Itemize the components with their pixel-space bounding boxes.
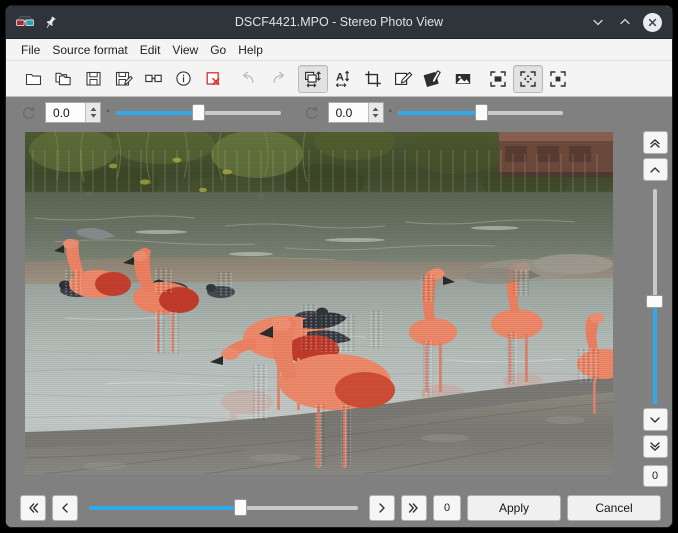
delete-icon[interactable] (198, 65, 228, 93)
right-rotation-stepper[interactable] (367, 103, 383, 122)
main-body: 0 (6, 128, 672, 489)
pin-icon[interactable] (43, 15, 58, 30)
save-as-icon[interactable] (108, 65, 138, 93)
menu-bar: File Source format Edit View Go Help (6, 39, 672, 61)
image-canvas-area[interactable] (6, 128, 638, 489)
left-degree-symbol: ° (106, 107, 110, 118)
stereo-pair-icon[interactable] (138, 65, 168, 93)
right-slider-thumb[interactable] (474, 103, 488, 121)
vertical-offset-slider[interactable] (645, 189, 665, 404)
right-rotation-value: 0.0 (335, 105, 353, 120)
title-bar-left-icons (6, 14, 58, 30)
menu-edit[interactable]: Edit (134, 42, 167, 58)
window-title: DSCF4421.MPO - Stereo Photo View (234, 15, 444, 29)
horizontal-offset-slider[interactable] (89, 498, 358, 518)
double-chevron-up-icon[interactable] (642, 131, 668, 154)
right-rotation-spinbox[interactable]: 0.0 (327, 102, 384, 123)
left-rotation-slider[interactable] (115, 103, 281, 122)
rotate-reset-left-icon[interactable] (20, 104, 38, 122)
left-rotation-spinbox[interactable]: 0.0 (45, 102, 101, 123)
maximize-button[interactable] (616, 14, 633, 31)
horizontal-offset-value[interactable]: 0 (433, 495, 461, 521)
toolbar: A (6, 61, 672, 97)
fit-content-icon[interactable] (513, 64, 543, 93)
vertical-slider-thumb[interactable] (646, 294, 663, 308)
info-icon[interactable] (168, 65, 198, 93)
anaglyph-glasses-icon (15, 14, 35, 30)
bottom-control-bar: 0 Apply Cancel (6, 489, 672, 527)
left-slider-thumb[interactable] (192, 103, 206, 121)
cancel-button[interactable]: Cancel (567, 495, 661, 521)
crop-icon[interactable] (358, 65, 388, 93)
apply-button[interactable]: Apply (467, 495, 561, 521)
actual-size-icon[interactable] (543, 65, 573, 93)
vertical-offset-value[interactable]: 0 (642, 465, 668, 487)
window-controls (589, 12, 672, 32)
redo-icon[interactable] (263, 65, 293, 93)
application-window: DSCF4421.MPO - Stereo Photo View File So… (5, 5, 673, 528)
menu-view[interactable]: View (166, 42, 204, 58)
vertical-slider-fill (653, 300, 657, 404)
image-icon[interactable] (448, 65, 478, 93)
right-degree-symbol: ° (388, 107, 393, 118)
menu-file[interactable]: File (15, 42, 46, 58)
chevron-up-icon[interactable] (642, 158, 668, 181)
title-bar: DSCF4421.MPO - Stereo Photo View (6, 6, 672, 39)
skip-back-button[interactable] (20, 495, 46, 521)
fit-window-icon[interactable] (483, 65, 513, 93)
right-slider-fill (398, 110, 481, 115)
open-folder-icon[interactable] (48, 65, 78, 93)
auto-align-text-icon[interactable]: A (328, 65, 358, 93)
menu-source-format[interactable]: Source format (46, 42, 133, 58)
edit-left-image-icon[interactable] (388, 65, 418, 93)
edit-right-image-icon[interactable] (418, 65, 448, 93)
skip-forward-button[interactable] (401, 495, 427, 521)
vertical-offset-panel: 0 (638, 128, 672, 489)
right-rotation-slider[interactable] (398, 103, 564, 122)
rotate-reset-right-icon[interactable] (303, 104, 321, 122)
save-icon[interactable] (78, 65, 108, 93)
close-button[interactable] (643, 12, 662, 32)
bottom-slider-thumb[interactable] (233, 499, 247, 516)
rotation-adjust-bar: 0.0 ° 0.0 ° (6, 97, 672, 128)
menu-help[interactable]: Help (232, 42, 269, 58)
left-slider-fill (115, 110, 199, 115)
left-rotation-stepper[interactable] (85, 103, 100, 122)
left-rotation-value: 0.0 (53, 105, 70, 120)
step-forward-button[interactable] (369, 495, 395, 521)
open-file-icon[interactable] (18, 65, 48, 93)
double-chevron-down-icon[interactable] (642, 435, 668, 458)
flamingos-stereo-photo[interactable] (25, 132, 613, 474)
menu-go[interactable]: Go (204, 42, 232, 58)
chevron-down-icon[interactable] (642, 408, 668, 431)
undo-icon[interactable] (233, 65, 263, 93)
step-back-button[interactable] (52, 495, 78, 521)
bottom-slider-fill (89, 506, 240, 510)
minimize-button[interactable] (589, 14, 606, 31)
svg-text:A: A (336, 71, 344, 83)
align-images-icon[interactable] (298, 64, 328, 93)
